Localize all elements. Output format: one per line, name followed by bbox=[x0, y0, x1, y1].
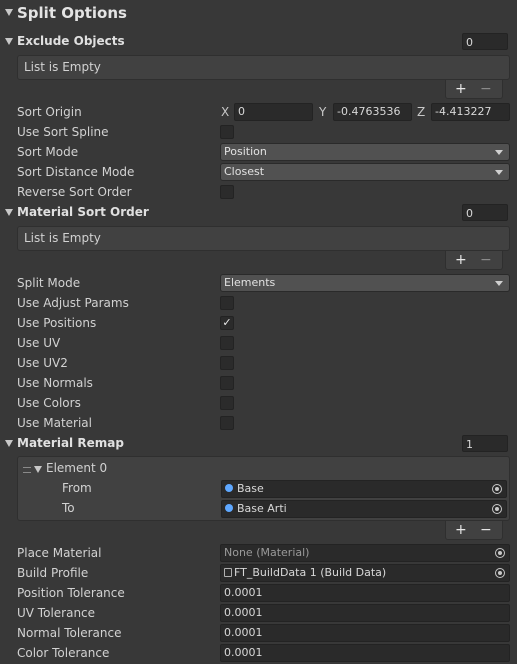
sort-origin-z-field[interactable]: -4.413227 bbox=[431, 103, 510, 121]
place-material-label: Place Material bbox=[17, 546, 102, 560]
build-profile-value: FT_BuildData 1 (Build Data) bbox=[234, 566, 387, 579]
chevron-down-icon bbox=[495, 150, 503, 155]
position-tolerance-label: Position Tolerance bbox=[17, 586, 125, 600]
material-sort-order-size-field[interactable]: 0 bbox=[462, 204, 508, 221]
exclude-objects-size-field[interactable]: 0 bbox=[462, 33, 508, 50]
reverse-sort-order-checkbox[interactable] bbox=[220, 185, 234, 199]
build-profile-label: Build Profile bbox=[17, 566, 89, 580]
split-mode-dropdown[interactable]: Elements bbox=[220, 274, 510, 292]
from-material-field[interactable]: Base bbox=[221, 480, 507, 498]
sort-distance-mode-value: Closest bbox=[224, 165, 265, 178]
material-remap-list-footer: + − bbox=[445, 521, 503, 540]
material-icon bbox=[225, 484, 233, 492]
remove-element-button[interactable]: − bbox=[480, 251, 492, 269]
material-remap-list: Element 0 From Base To Base Arti bbox=[17, 456, 510, 521]
add-element-button[interactable]: + bbox=[455, 521, 467, 539]
exclude-objects-header[interactable]: Exclude Objects bbox=[17, 31, 125, 51]
drag-handle-icon[interactable] bbox=[23, 467, 31, 473]
use-adjust-params-checkbox[interactable] bbox=[220, 296, 234, 310]
checkmark-icon: ✓ bbox=[222, 316, 232, 329]
position-tolerance-field[interactable]: 0.0001 bbox=[220, 584, 510, 602]
exclude-objects-foldout-icon[interactable] bbox=[5, 38, 13, 45]
use-normals-label: Use Normals bbox=[17, 376, 93, 390]
uv-tolerance-label: UV Tolerance bbox=[17, 606, 96, 620]
use-positions-checkbox[interactable]: ✓ bbox=[220, 316, 234, 330]
from-material-value: Base bbox=[237, 482, 264, 495]
material-sort-order-list-footer: + − bbox=[445, 251, 503, 270]
use-sort-spline-checkbox[interactable] bbox=[220, 125, 234, 139]
place-material-field[interactable]: None (Material) bbox=[220, 544, 510, 562]
chevron-down-icon bbox=[495, 281, 503, 286]
use-uv-checkbox[interactable] bbox=[220, 336, 234, 350]
material-sort-order-header[interactable]: Material Sort Order bbox=[17, 202, 149, 222]
list-empty-text: List is Empty bbox=[24, 231, 101, 245]
page-title[interactable]: Split Options bbox=[17, 2, 127, 24]
place-material-value: None (Material) bbox=[224, 546, 310, 559]
use-material-checkbox[interactable] bbox=[220, 416, 234, 430]
split-options-foldout-icon[interactable] bbox=[5, 9, 13, 16]
element-foldout-icon[interactable] bbox=[34, 466, 42, 473]
material-remap-header[interactable]: Material Remap bbox=[17, 433, 124, 453]
material-sort-order-foldout-icon[interactable] bbox=[5, 209, 13, 216]
use-uv-label: Use UV bbox=[17, 336, 61, 350]
use-colors-checkbox[interactable] bbox=[220, 396, 234, 410]
color-tolerance-label: Color Tolerance bbox=[17, 646, 110, 660]
element-label[interactable]: Element 0 bbox=[46, 458, 107, 478]
build-profile-field[interactable]: FT_BuildData 1 (Build Data) bbox=[220, 564, 510, 582]
to-material-value: Base Arti bbox=[237, 502, 287, 515]
material-remap-foldout-icon[interactable] bbox=[5, 440, 13, 447]
use-adjust-params-label: Use Adjust Params bbox=[17, 296, 129, 310]
use-material-label: Use Material bbox=[17, 416, 92, 430]
normal-tolerance-label: Normal Tolerance bbox=[17, 626, 122, 640]
exclude-objects-list-footer: + − bbox=[445, 80, 503, 99]
material-sort-order-list: List is Empty bbox=[17, 226, 510, 251]
sort-origin-label: Sort Origin bbox=[17, 105, 82, 119]
normal-tolerance-field[interactable]: 0.0001 bbox=[220, 624, 510, 642]
object-picker-icon[interactable] bbox=[492, 504, 502, 514]
chevron-down-icon bbox=[495, 170, 503, 175]
split-mode-label: Split Mode bbox=[17, 276, 81, 290]
sort-mode-value: Position bbox=[224, 145, 267, 158]
use-uv2-checkbox[interactable] bbox=[220, 356, 234, 370]
build-data-icon bbox=[224, 567, 232, 577]
use-positions-label: Use Positions bbox=[17, 316, 97, 330]
list-empty-text: List is Empty bbox=[24, 60, 101, 74]
use-colors-label: Use Colors bbox=[17, 396, 81, 410]
sort-origin-y-axis-label[interactable]: Y bbox=[319, 103, 326, 121]
to-material-field[interactable]: Base Arti bbox=[221, 500, 507, 518]
sort-mode-label: Sort Mode bbox=[17, 145, 79, 159]
from-label: From bbox=[62, 481, 92, 495]
sort-origin-y-field[interactable]: -0.4763536 bbox=[333, 103, 412, 121]
use-sort-spline-label: Use Sort Spline bbox=[17, 125, 109, 139]
color-tolerance-field[interactable]: 0.0001 bbox=[220, 644, 510, 662]
reverse-sort-order-label: Reverse Sort Order bbox=[17, 185, 132, 199]
sort-origin-z-axis-label[interactable]: Z bbox=[417, 103, 425, 121]
object-picker-icon[interactable] bbox=[495, 548, 505, 558]
use-normals-checkbox[interactable] bbox=[220, 376, 234, 390]
sort-origin-x-axis-label[interactable]: X bbox=[221, 103, 229, 121]
to-label: To bbox=[62, 501, 75, 515]
uv-tolerance-field[interactable]: 0.0001 bbox=[220, 604, 510, 622]
remove-element-button[interactable]: − bbox=[480, 80, 492, 98]
remove-element-button[interactable]: − bbox=[480, 521, 492, 539]
sort-origin-x-field[interactable]: 0 bbox=[234, 103, 313, 121]
object-picker-icon[interactable] bbox=[495, 568, 505, 578]
exclude-objects-list: List is Empty bbox=[17, 55, 510, 80]
use-uv2-label: Use UV2 bbox=[17, 356, 68, 370]
material-remap-size-field[interactable]: 1 bbox=[462, 435, 508, 452]
object-picker-icon[interactable] bbox=[492, 484, 502, 494]
add-element-button[interactable]: + bbox=[455, 80, 467, 98]
sort-distance-mode-dropdown[interactable]: Closest bbox=[220, 163, 510, 181]
sort-mode-dropdown[interactable]: Position bbox=[220, 143, 510, 161]
material-icon bbox=[225, 504, 233, 512]
split-mode-value: Elements bbox=[224, 276, 276, 289]
add-element-button[interactable]: + bbox=[455, 251, 467, 269]
sort-distance-mode-label: Sort Distance Mode bbox=[17, 165, 135, 179]
